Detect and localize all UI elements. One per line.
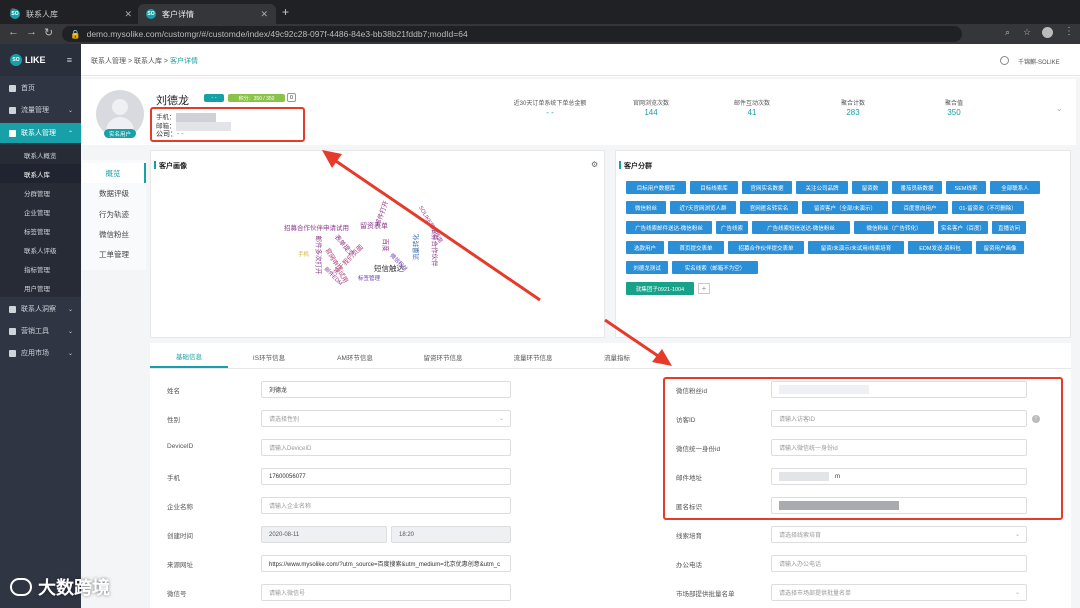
watermark: 大数跨境 (10, 574, 110, 600)
arrow-head (322, 150, 342, 168)
watermark-text: 大数跨境 (38, 578, 110, 598)
annotation-arrows (322, 150, 672, 366)
watermark-logo (10, 578, 32, 596)
arrow-head (652, 349, 672, 366)
annotation-arrow (329, 155, 541, 302)
annotation-arrow (604, 318, 665, 362)
